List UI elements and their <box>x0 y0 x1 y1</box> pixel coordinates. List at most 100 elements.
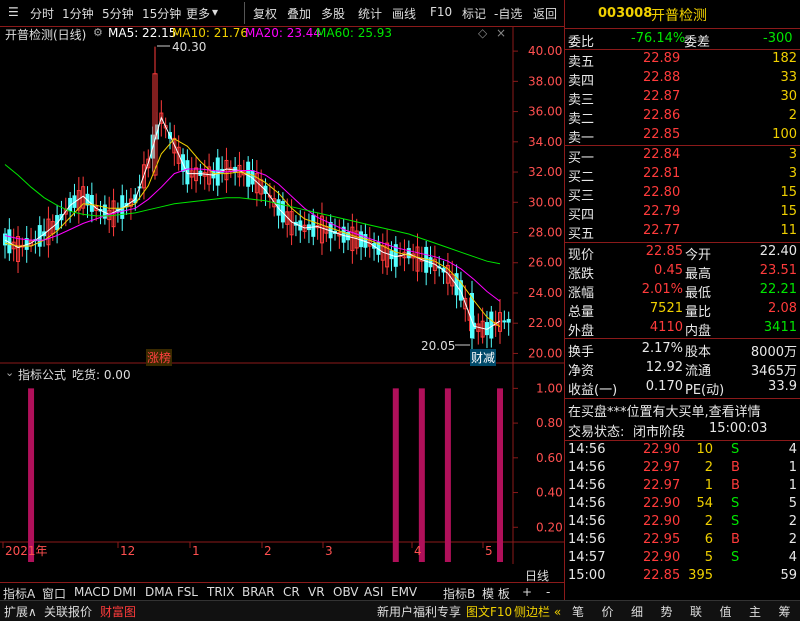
tick-price: 22.90 <box>643 442 681 457</box>
quote-tab[interactable]: 值 <box>720 603 732 620</box>
remove-watchlist-button[interactable]: -自选 <box>494 5 522 22</box>
ask-row[interactable]: 卖五 22.89 182 <box>565 50 800 70</box>
f10-graphic-button[interactable]: 图文F10 <box>466 603 512 620</box>
candle-body <box>489 311 494 339</box>
high-price-label: 40.30 <box>172 40 207 54</box>
expand-button[interactable]: 扩展∧ <box>4 603 37 620</box>
indicator-title[interactable]: 指标公式 <box>18 366 66 383</box>
settings-icon[interactable]: ⚙ <box>93 26 103 39</box>
candle-body <box>506 318 511 323</box>
stat-value: 12.92 <box>645 360 683 375</box>
bid-price: 22.79 <box>643 204 681 219</box>
ask-row[interactable]: 卖三 22.87 30 <box>565 88 800 108</box>
quote-tab[interactable]: 细 <box>631 603 643 620</box>
overlay-button[interactable]: 叠加 <box>287 5 311 22</box>
tab-cr[interactable]: CR <box>283 585 300 599</box>
zoom-in-button[interactable]: + <box>522 585 532 599</box>
tab-asi[interactable]: ASI <box>364 585 383 599</box>
f10-button[interactable]: F10 <box>430 5 452 19</box>
stat-label: 换手 <box>568 345 595 360</box>
bid-row[interactable]: 买五 22.77 11 <box>565 222 800 242</box>
close-icon[interactable]: × <box>496 26 506 40</box>
price-tick-label: 30.00 <box>528 195 562 209</box>
bid-label: 买二 <box>568 170 595 185</box>
tick-time: 14:56 <box>568 442 606 457</box>
indicator-dropdown-icon[interactable]: ⌄ <box>5 366 14 379</box>
bid-label: 买四 <box>568 208 595 223</box>
price-tick-label: 22.00 <box>528 316 562 330</box>
ask-volume: 33 <box>780 70 797 85</box>
event-badge-right[interactable]: 财减 <box>470 349 497 366</box>
quote-tab[interactable]: 笔 <box>572 603 584 620</box>
x-tick-label: 4 <box>414 544 422 558</box>
tab-1min[interactable]: 1分钟 <box>62 5 94 22</box>
candle-body <box>502 320 507 323</box>
tick-price: 22.85 <box>643 568 681 583</box>
price-tick-label: 28.00 <box>528 226 562 240</box>
x-tick-label: 2 <box>264 544 272 558</box>
price-tick-label: 36.00 <box>528 105 562 119</box>
tab-intraday[interactable]: 分时 <box>30 5 54 22</box>
bid-row[interactable]: 买一 22.84 3 <box>565 146 800 166</box>
kline-chart-area[interactable]: 20.00 22.00 24.00 26.00 28.00 30.00 32.00 34.00… <box>0 26 564 583</box>
related-quote-button[interactable]: 关联报价 <box>44 603 92 620</box>
diamond-icon[interactable]: ◇ <box>478 26 487 40</box>
event-badge-left[interactable]: 涨榜 <box>146 349 173 366</box>
tab-macd[interactable]: MACD <box>74 585 110 599</box>
tab-obv[interactable]: OBV <box>333 585 359 599</box>
tab-15min[interactable]: 15分钟 <box>142 5 181 22</box>
tick-row: 14:57 22.90 5 S 4 <box>565 549 800 567</box>
ma20-label: MA20: 23.44 <box>245 26 322 40</box>
quote-tab[interactable]: 筹 <box>779 603 791 620</box>
fortune-chart-button[interactable]: 财富图 <box>100 603 136 620</box>
tab-emv[interactable]: EMV <box>391 585 417 599</box>
zoom-out-button[interactable]: - <box>546 585 550 599</box>
mark-button[interactable]: 标记 <box>462 5 486 22</box>
more-chevron-icon[interactable]: ▾ <box>212 5 218 19</box>
quote-tab[interactable]: 势 <box>661 603 673 620</box>
big-order-notice[interactable]: 在买盘***位置有大买单,查看详情 <box>568 401 761 420</box>
stock-title: 开普检测(日线) <box>5 28 87 42</box>
tab-fsl[interactable]: FSL <box>177 585 198 599</box>
bid-row[interactable]: 买二 22.81 3 <box>565 165 800 185</box>
ind-tick-label: 1.00 <box>536 381 563 395</box>
quote-tab[interactable]: 联 <box>690 603 702 620</box>
hamburger-icon[interactable]: ☰ <box>8 5 19 19</box>
tab-vr[interactable]: VR <box>308 585 325 599</box>
bid-row[interactable]: 买四 22.79 15 <box>565 203 800 223</box>
tick-time: 14:56 <box>568 478 606 493</box>
tab-dmi[interactable]: DMI <box>113 585 136 599</box>
ask-price: 22.89 <box>643 51 681 66</box>
stat-label: 股本 <box>685 345 712 360</box>
x-tick-label: 2021年 <box>5 544 48 558</box>
stat-value: 3411 <box>763 320 797 335</box>
ask-volume: 2 <box>788 108 797 123</box>
multi-stock-button[interactable]: 多股 <box>321 5 345 22</box>
tab-brar[interactable]: BRAR <box>242 585 275 599</box>
tab-5min[interactable]: 5分钟 <box>102 5 134 22</box>
indicator-bar <box>497 388 503 562</box>
back-button[interactable]: 返回 <box>533 5 557 22</box>
tick-price: 22.90 <box>643 550 681 565</box>
weicha-label: 委差 <box>684 35 711 50</box>
draw-line-button[interactable]: 画线 <box>392 5 416 22</box>
ask-row[interactable]: 卖二 22.86 2 <box>565 107 800 127</box>
tick-count: 4 <box>788 442 797 457</box>
tab-trix[interactable]: TRIX <box>207 585 234 599</box>
sidebar-toggle-button[interactable]: 侧边栏 « <box>514 603 561 620</box>
stats-button[interactable]: 统计 <box>358 5 382 22</box>
adjust-button[interactable]: 复权 <box>253 5 277 22</box>
promo-link[interactable]: 新用户福利专享 <box>377 603 461 620</box>
price-tick-label: 24.00 <box>528 286 562 300</box>
ask-volume: 182 <box>772 51 797 66</box>
quote-tab[interactable]: 价 <box>602 603 614 620</box>
bid-row[interactable]: 买三 22.80 15 <box>565 184 800 204</box>
ask-price: 22.86 <box>643 108 681 123</box>
tab-more[interactable]: 更多 <box>186 5 210 22</box>
ask-row[interactable]: 卖一 22.85 100 <box>565 126 800 146</box>
stat-label: 外盘 <box>568 324 595 339</box>
stat-value: 33.9 <box>768 379 797 394</box>
quote-tab[interactable]: 主 <box>749 603 761 620</box>
ask-row[interactable]: 卖四 22.88 33 <box>565 69 800 89</box>
tab-dma[interactable]: DMA <box>145 585 173 599</box>
